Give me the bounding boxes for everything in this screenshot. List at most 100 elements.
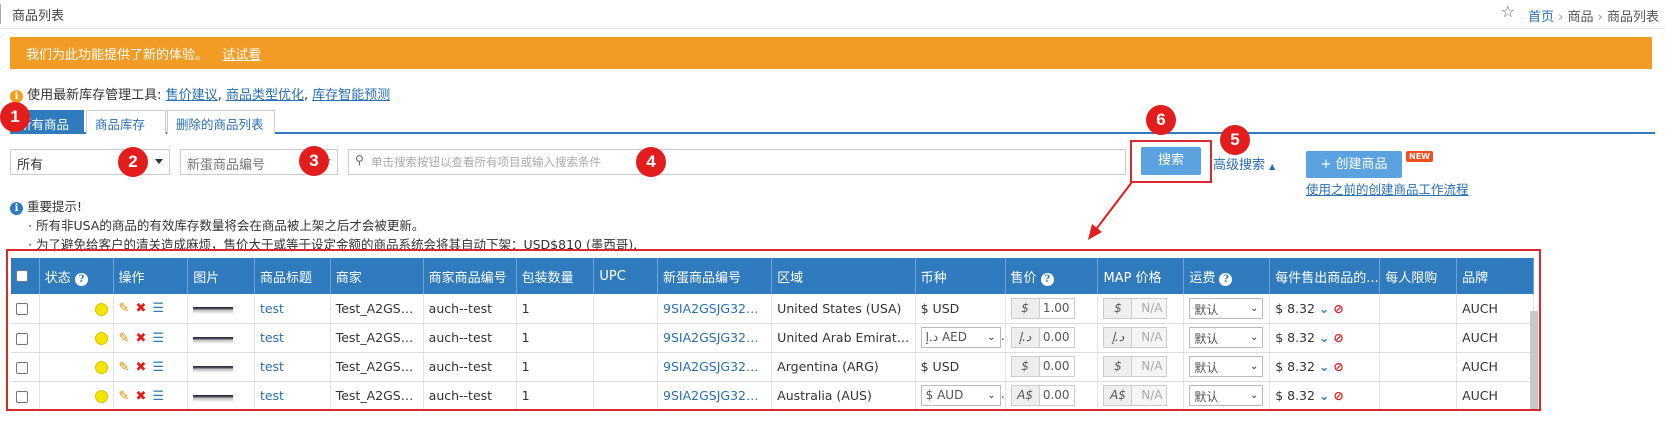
row-checkbox[interactable] [16,303,28,316]
shipping-select[interactable]: 默认 ⌄ [1189,327,1264,348]
column-header[interactable]: 新蛋商品编号 [657,258,773,294]
prohibited-icon[interactable]: ⊘ [1333,359,1343,374]
column-header[interactable]: 商家商品编号 [423,258,517,294]
header-divider [0,28,1665,29]
select-all-checkbox[interactable] [16,270,28,282]
status-cell [39,352,114,382]
delete-icon[interactable]: ✖ [135,301,146,316]
list-icon[interactable]: ☰ [152,331,164,346]
price-input[interactable]: $1.00 [1010,297,1075,319]
table-row: ✎ ✖ ☰ test Test_A2GS(A... auch--test 1 9SIA2GSJ… [11,352,1534,382]
shipping-value: 默认 [1194,361,1219,375]
map-price-input[interactable]: A$ N/A [1103,385,1168,406]
price-suggestion-link[interactable]: 售价建议 [166,88,218,103]
chevron-down-icon[interactable]: ⌄ [1319,330,1329,345]
search-button[interactable]: 搜索 [1141,147,1201,175]
newegg-item-link[interactable]: 9SIA2GSJG32065 [657,381,773,409]
legacy-create-workflow-link[interactable]: 使用之前的创建商品工作流程 [1306,179,1469,198]
product-title-link[interactable]: test [254,294,331,324]
map-price-input[interactable]: $ N/A [1103,356,1168,377]
column-header[interactable]: UPC [593,258,659,294]
price-cell: $0.00 [1005,352,1099,382]
price-input[interactable]: د.إ 0.00 [1010,327,1075,348]
actions-cell: ✎ ✖ ☰ [113,323,189,353]
map-price-input[interactable]: $ N/A [1103,297,1168,319]
product-title-link[interactable]: test [254,352,331,382]
chevron-down-icon[interactable]: ⌄ [1319,359,1329,374]
product-thumbnail[interactable] [193,333,234,344]
fee-value: $ 8.32 [1275,388,1315,403]
price-input[interactable]: A$ 0.00 [1010,385,1075,406]
currency-cell: $ USD [915,294,1006,324]
chevron-down-icon: ⌄ [1249,390,1259,401]
currency-select[interactable]: د.إ AED ⌄ [920,327,1001,348]
create-product-button[interactable]: + 创建商品 [1306,151,1402,178]
edit-icon[interactable]: ✎ [119,301,130,316]
edit-icon[interactable]: ✎ [119,389,130,404]
prohibited-icon[interactable]: ⊘ [1333,330,1343,345]
newegg-item-link[interactable]: 9SIA2GSJG32065 [657,352,773,382]
search-input[interactable]: ⚲ 单击搜索按钮以查看所有项目或输入搜索条件 [348,149,1126,175]
map-price-value: N/A [1141,359,1163,373]
shipping-select[interactable]: 默认 ⌄ [1189,297,1264,319]
price-input[interactable]: $0.00 [1010,356,1075,377]
row-checkbox[interactable] [16,390,28,403]
delete-icon[interactable]: ✖ [135,389,146,404]
breadcrumb-current: 商品列表 [1606,10,1659,25]
chevron-down-icon[interactable]: ⌄ [1319,301,1329,316]
breadcrumb-products[interactable]: 商品 [1567,6,1593,25]
purchase-limit-cell [1379,381,1458,409]
favorite-star-icon[interactable]: ☆ [1501,2,1515,21]
status-select-value: 所有 [17,158,44,173]
category-optimization-link[interactable]: 商品类型优化 [226,88,304,103]
status-dot-icon [94,302,108,316]
list-icon[interactable]: ☰ [152,389,164,404]
tab-deleted-products[interactable]: 删除的商品列表 [167,110,275,134]
list-icon[interactable]: ☰ [152,360,164,375]
table-scrollbar[interactable] [1530,311,1538,409]
help-icon: ? [1219,272,1233,286]
breadcrumb-home[interactable]: 首页 [1528,6,1554,25]
edit-icon[interactable]: ✎ [119,331,130,346]
product-thumbnail[interactable] [193,362,234,373]
product-title-link[interactable]: test [254,323,331,353]
product-thumbnail[interactable] [193,391,234,402]
prohibited-icon[interactable]: ⊘ [1333,301,1343,316]
shipping-select[interactable]: 默认 ⌄ [1189,385,1264,406]
tab-product-inventory[interactable]: 商品库存 [86,110,166,134]
column-header[interactable]: 区域 [771,258,916,294]
column-header: 操作 [113,258,189,294]
image-cell [187,294,255,324]
page-title: 商品列表 [12,9,65,24]
delete-icon[interactable]: ✖ [135,360,146,375]
product-thumbnail[interactable] [193,304,234,315]
column-header[interactable]: 商家 [330,258,424,294]
column-header[interactable]: 商品标题 [254,258,331,294]
select-all-header[interactable] [11,258,40,294]
list-icon[interactable]: ☰ [152,301,164,316]
try-it-link[interactable]: 试试看 [222,48,261,63]
row-checkbox[interactable] [16,332,28,345]
column-header[interactable]: 包装数量 [516,258,595,294]
chevron-down-icon: ⌄ [1249,302,1259,314]
shipping-select[interactable]: 默认 ⌄ [1189,356,1264,377]
fee-cell: $ 8.32 ⌄ ⊘ [1269,381,1381,409]
currency-cell: $ USD [915,352,1006,382]
currency-select[interactable]: $ AUD ⌄ [920,385,1001,406]
edit-icon[interactable]: ✎ [119,360,130,375]
prohibited-icon[interactable]: ⊘ [1333,388,1343,403]
newegg-item-link[interactable]: 9SIA2GSJG32065 [657,294,773,324]
advanced-search-link[interactable]: 高级搜索 ▲ [1213,154,1275,173]
map-price-value: N/A [1141,300,1163,315]
inventory-tools: i 使用最新库存管理工具: 售价建议, 商品类型优化, 库存智能预测 [10,84,390,103]
inventory-forecast-link[interactable]: 库存智能预测 [312,88,390,103]
currency-value: $ USD [920,300,960,316]
currency-symbol: د.إ [1104,328,1133,347]
product-title-link[interactable]: test [254,381,331,409]
newegg-item-link[interactable]: 9SIA2GSJG32065 [657,323,773,353]
price-cell: A$ 0.00 [1005,381,1099,409]
chevron-down-icon[interactable]: ⌄ [1319,388,1329,403]
row-checkbox[interactable] [16,361,28,374]
delete-icon[interactable]: ✖ [135,331,146,346]
map-price-input[interactable]: د.إ N/A [1103,327,1168,348]
